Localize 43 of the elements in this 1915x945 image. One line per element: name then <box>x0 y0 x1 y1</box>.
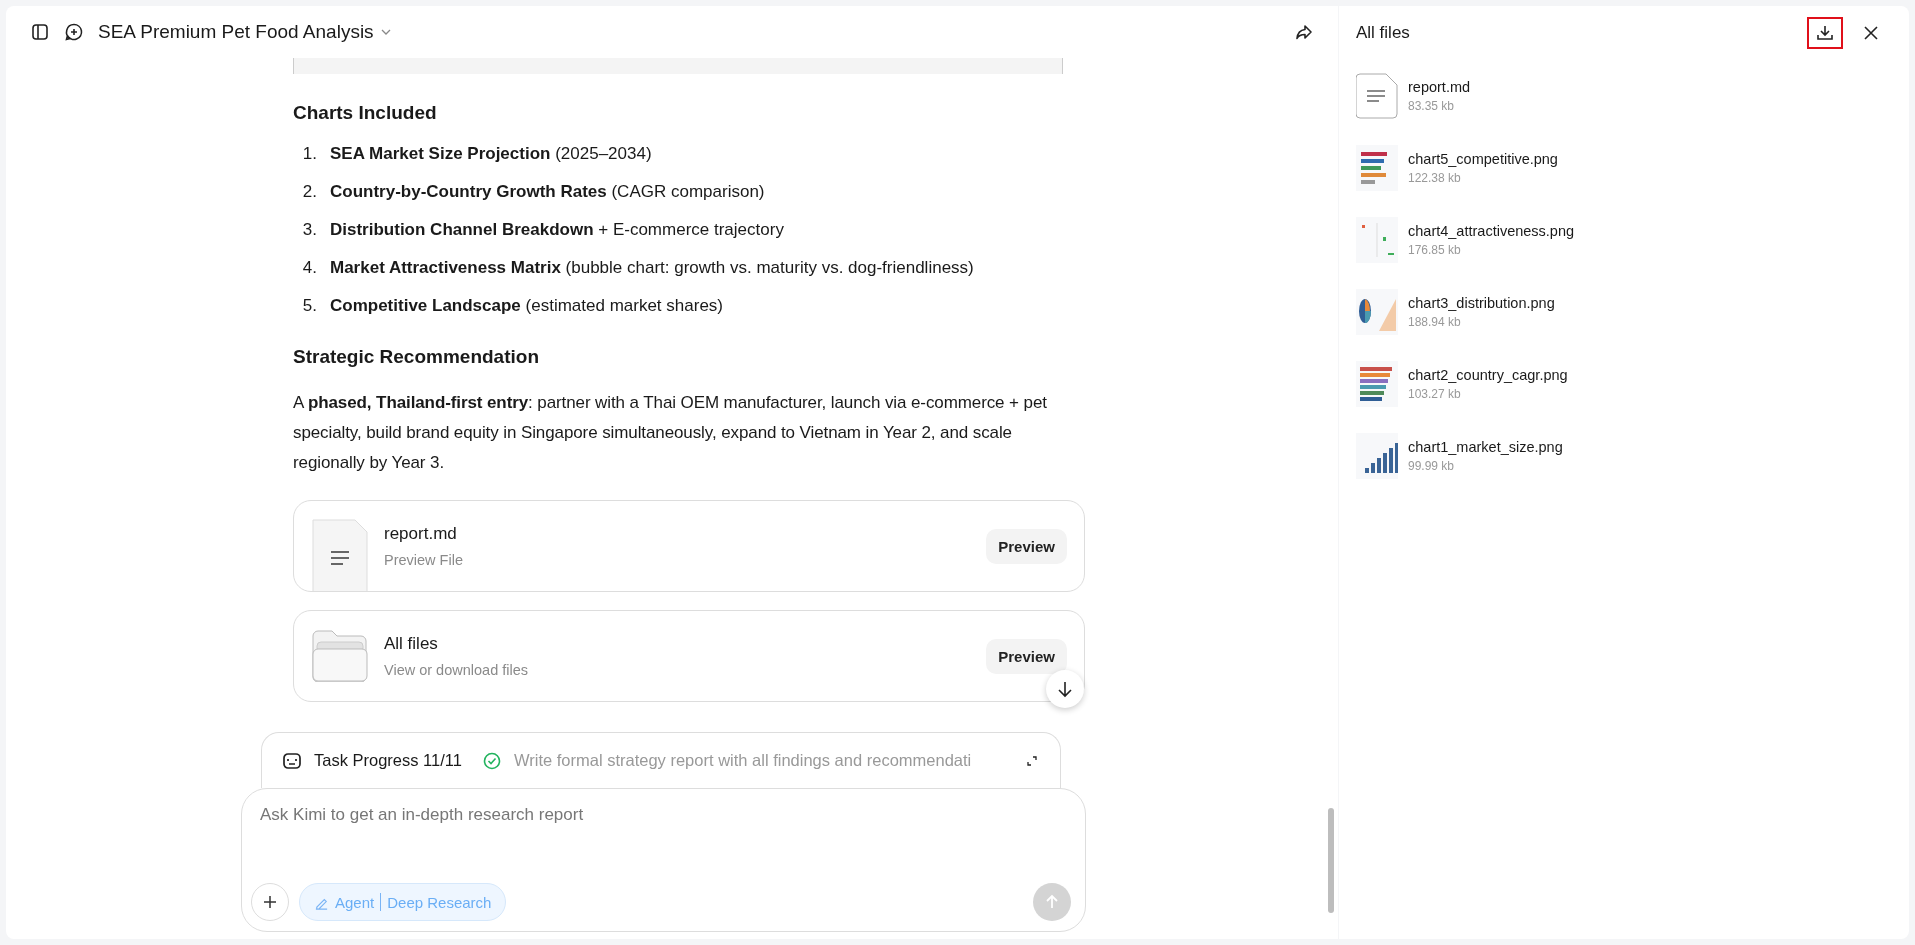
list-item-text: Distribution Channel Breakdown + E-commerce trajectory <box>330 220 784 240</box>
file-subtitle: View or download files <box>384 662 529 678</box>
list-item-text: SEA Market Size Projection (2025–2034) <box>330 144 652 164</box>
list-number: 3. <box>301 220 317 240</box>
file-size: 83.35 kb <box>1408 98 1456 113</box>
file-name: chart4_attractiveness.png <box>1408 222 1575 239</box>
file-size: 188.94 kb <box>1408 314 1462 329</box>
list-number: 2. <box>301 182 317 202</box>
file-size: 122.38 kb <box>1408 170 1462 185</box>
file-item[interactable]: chart3_distribution.png 188.94 kb <box>1356 275 1889 348</box>
file-name: chart2_country_cagr.png <box>1408 366 1568 383</box>
list-item-text: Market Attractiveness Matrix (bubble chart: growth vs. maturity vs. dog-friendliness) <box>330 258 974 278</box>
list-number: 4. <box>301 258 317 278</box>
file-subtitle: Preview File <box>384 552 464 568</box>
file-name: report.md <box>384 524 458 544</box>
file-item[interactable]: report.md 83.35 kb <box>1356 59 1889 132</box>
file-size: 176.85 kb <box>1408 242 1462 257</box>
file-item[interactable]: chart2_country_cagr.png 103.27 kb <box>1356 347 1889 420</box>
file-name: chart3_distribution.png <box>1408 294 1555 311</box>
file-size: 103.27 kb <box>1408 386 1462 401</box>
task-text: Write formal strategy report with all findings and recommendati <box>513 751 973 770</box>
file-name: chart5_competitive.png <box>1408 150 1558 167</box>
chat-title[interactable]: SEA Premium Pet Food Analysis <box>98 21 374 43</box>
file-name: chart1_market_size.png <box>1408 438 1563 455</box>
file-item[interactable]: chart4_attractiveness.png 176.85 kb <box>1356 203 1889 276</box>
file-card[interactable]: report.md Preview File Preview <box>293 500 1085 592</box>
file-item[interactable]: chart1_market_size.png 99.99 kb <box>1356 419 1889 492</box>
section-heading: Strategic Recommendation <box>293 346 540 368</box>
file-name: All files <box>384 634 439 654</box>
list-number: 1. <box>301 144 317 164</box>
file-name: report.md <box>1408 78 1471 95</box>
paragraph: A phased, Thailand-first entry: partner with a Thai OEM manufacturer, launch via e-commerce + pet specialty, build brand equity in Singapore simultaneously, expand to Vietnam in Year 2, and scale regionally by Year 3. <box>293 392 1048 474</box>
list-number: 5. <box>301 296 317 316</box>
list-item-text: Competitive Landscape (estimated market shares) <box>330 296 723 316</box>
file-size: 99.99 kb <box>1408 458 1456 473</box>
prompt-input[interactable]: Ask Kimi to get an in-depth research report <box>251 805 1071 825</box>
panel-title: All files <box>1356 23 1410 43</box>
task-progress-label: Task Progress 11/11 <box>314 751 462 770</box>
preview-button[interactable]: Preview <box>986 528 1067 564</box>
list-item-text: Country-by-Country Growth Rates (CAGR comparison) <box>330 182 765 202</box>
file-item[interactable]: chart5_competitive.png 122.38 kb <box>1356 131 1889 204</box>
preview-button[interactable]: Preview <box>986 638 1067 674</box>
section-heading: Charts Included <box>293 102 438 124</box>
